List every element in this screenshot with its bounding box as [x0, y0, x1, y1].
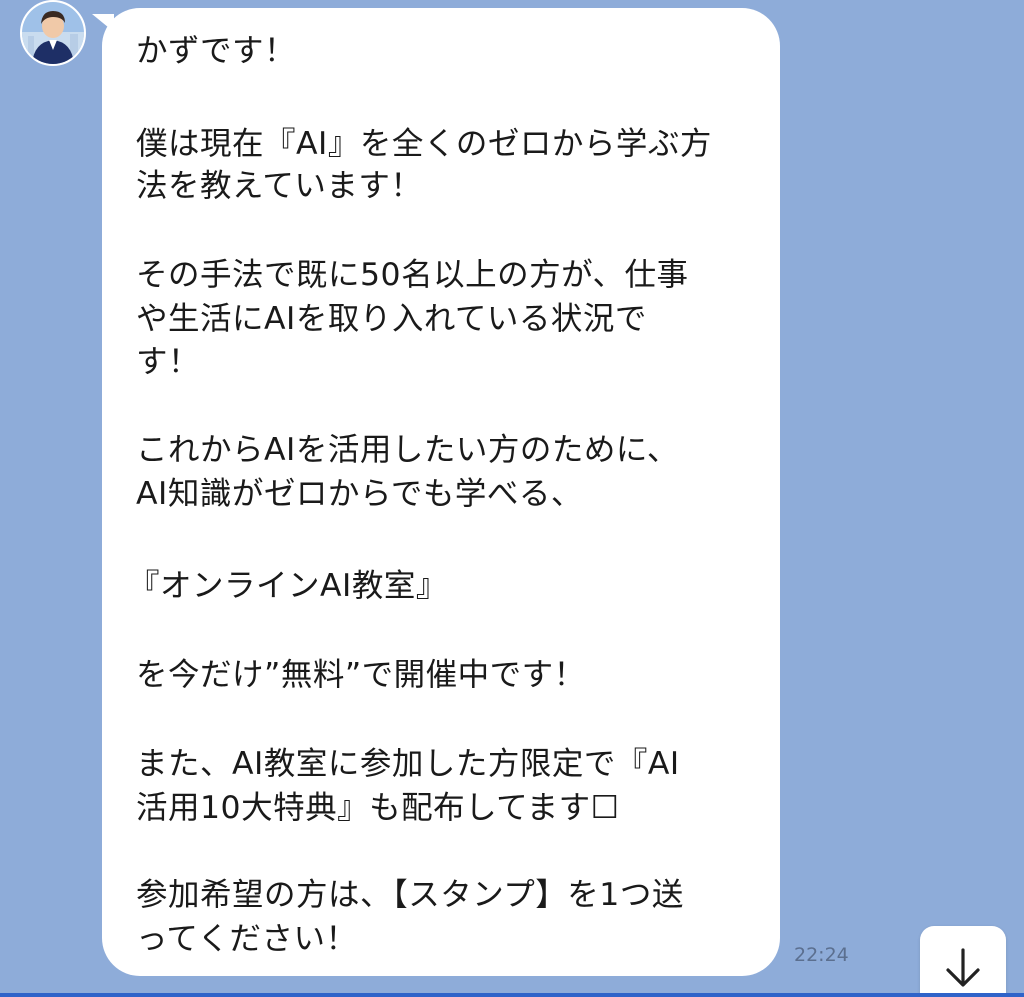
scroll-to-bottom-button[interactable]	[920, 926, 1006, 997]
message-line: 法を教えています！	[136, 168, 423, 204]
message-line: 活用10大特典』も配布してます☐	[136, 790, 620, 826]
sender-avatar[interactable]	[20, 0, 86, 66]
avatar-photo	[22, 2, 84, 64]
bottom-accent-bar	[0, 993, 1024, 997]
message-line: や生活にAIを取り入れている状況で	[136, 301, 647, 337]
message-line: す！	[136, 344, 201, 380]
message-line: 『オンラインAI教室』	[128, 568, 448, 604]
message-line: また、AI教室に参加した方限定で『AI	[136, 746, 680, 782]
message-line: AI知識がゼロからでも学べる、	[136, 476, 583, 512]
message-line: かずです！	[136, 33, 297, 69]
chat-area: かずです！ 僕は現在『AI』を全くのゼロから学ぶ方 法を教えています！ その手法…	[0, 0, 1024, 997]
message-line: 参加希望の方は、【スタンプ】を1つ送	[136, 877, 684, 913]
message-line: これからAIを活用したい方のために、	[136, 432, 679, 468]
message-line: ってください！	[136, 921, 358, 957]
arrow-down-icon	[946, 948, 980, 987]
message-line: 僕は現在『AI』を全くのゼロから学ぶ方	[136, 126, 712, 162]
message-timestamp: 22:24	[794, 944, 849, 966]
message-line: その手法で既に50名以上の方が、仕事	[136, 257, 689, 293]
message-line: を今だけ”無料”で開催中です！	[136, 657, 586, 693]
